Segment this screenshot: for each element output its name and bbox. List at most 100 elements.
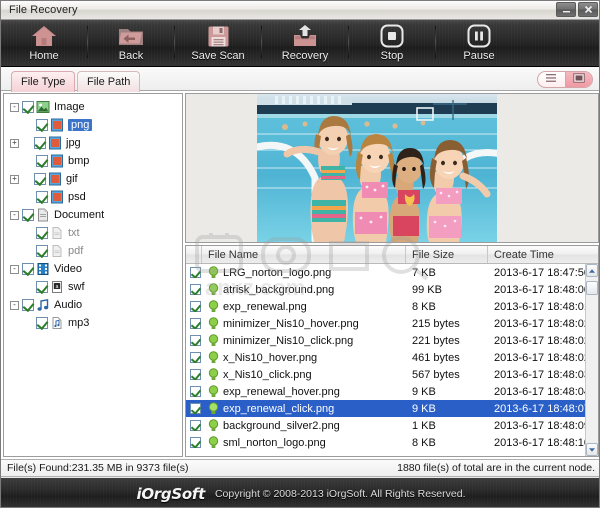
tree-checkbox[interactable]	[36, 245, 48, 257]
minimize-button[interactable]	[556, 2, 576, 17]
tab-file-path[interactable]: File Path	[77, 71, 141, 92]
table-row[interactable]: LRG_norton_logo.png 7 KB 2013-6-17 18:47…	[186, 264, 585, 281]
toolbar-button-home[interactable]: Home	[1, 20, 87, 66]
tab-strip: File Type File Path	[1, 67, 599, 92]
tree-checkbox[interactable]	[22, 101, 34, 113]
toolbar-button-pause[interactable]: Pause	[436, 20, 522, 66]
collapse-expander-icon[interactable]: -	[10, 102, 19, 112]
row-checkbox-cell[interactable]	[186, 335, 202, 346]
row-create-time: 2013-6-17 18:48:04	[494, 385, 585, 398]
row-checkbox[interactable]	[190, 284, 201, 295]
table-row[interactable]: sml_norton_logo.png 8 KB 2013-6-17 18:48…	[186, 434, 585, 451]
tree-node-audio[interactable]: - Audio	[8, 296, 182, 314]
row-checkbox-cell[interactable]	[186, 284, 202, 295]
scroll-down-button[interactable]	[586, 443, 598, 456]
row-checkbox[interactable]	[190, 369, 201, 380]
table-row[interactable]: x_Nis10_hover.png 461 bytes 2013-6-17 18…	[186, 349, 585, 366]
tree-node-jpg[interactable]: + jpg	[8, 134, 182, 152]
tree-label-swf: swf	[68, 281, 85, 293]
row-checkbox[interactable]	[190, 403, 201, 414]
row-file-size: 8 KB	[412, 436, 436, 449]
row-checkbox[interactable]	[190, 301, 201, 312]
row-file-size: 215 bytes	[412, 317, 460, 330]
expand-expander-icon[interactable]: +	[10, 138, 19, 148]
tree-checkbox[interactable]	[22, 299, 34, 311]
tree-node-image[interactable]: - Image	[8, 98, 182, 116]
tree-checkbox[interactable]	[36, 281, 48, 293]
close-button[interactable]	[578, 2, 598, 17]
column-header-create-time[interactable]: Create Time	[488, 246, 598, 263]
toolbar-button-back[interactable]: Back	[88, 20, 174, 66]
row-checkbox[interactable]	[190, 267, 201, 278]
tree-checkbox[interactable]	[36, 227, 48, 239]
window-controls	[556, 2, 598, 17]
tree-node-video[interactable]: - Video	[8, 260, 182, 278]
tree-node-swf[interactable]: a swf	[8, 278, 182, 296]
row-checkbox[interactable]	[190, 318, 201, 329]
bmp-file-icon	[50, 154, 64, 168]
table-row[interactable]: minimizer_Nis10_hover.png 215 bytes 2013…	[186, 315, 585, 332]
footer-bar: iOrgSoft Copyright © 2008-2013 iOrgSoft.…	[1, 478, 599, 507]
table-row[interactable]: exp_renewal.png 8 KB 2013-6-17 18:48:01	[186, 298, 585, 315]
table-row[interactable]: background_silver2.png 1 KB 2013-6-17 18…	[186, 417, 585, 434]
row-checkbox-cell[interactable]	[186, 318, 202, 329]
tab-file-type[interactable]: File Type	[11, 71, 76, 92]
expand-expander-icon[interactable]: +	[10, 174, 19, 184]
list-view-button[interactable]	[538, 72, 565, 87]
file-list-table[interactable]: File Name File Size Create Time LRG_nort…	[185, 245, 599, 457]
row-checkbox-cell[interactable]	[186, 267, 202, 278]
tree-checkbox[interactable]	[22, 209, 34, 221]
file-type-tree[interactable]: - Image png + jpg bmp + gif psd - Docume…	[3, 93, 183, 457]
row-checkbox-cell[interactable]	[186, 403, 202, 414]
row-checkbox[interactable]	[190, 437, 201, 448]
psd-file-icon	[50, 190, 64, 204]
table-row[interactable]: x_Nis10_click.png 567 bytes 2013-6-17 18…	[186, 366, 585, 383]
tree-node-mp3[interactable]: mp3	[8, 314, 182, 332]
toolbar-button-stop[interactable]: Stop	[349, 20, 435, 66]
table-row-selected[interactable]: exp_renewal_click.png 9 KB 2013-6-17 18:…	[186, 400, 585, 417]
row-file-name: atrisk_background.png	[223, 283, 335, 296]
tree-checkbox[interactable]	[36, 317, 48, 329]
column-header-file-name[interactable]: File Name	[202, 246, 406, 263]
row-checkbox-cell[interactable]	[186, 369, 202, 380]
tree-checkbox[interactable]	[36, 155, 48, 167]
bulb-icon	[208, 300, 219, 313]
row-checkbox-cell[interactable]	[186, 386, 202, 397]
tree-checkbox[interactable]	[22, 263, 34, 275]
row-checkbox[interactable]	[190, 335, 201, 346]
tree-node-document[interactable]: - Document	[8, 206, 182, 224]
tree-node-gif[interactable]: + gif	[8, 170, 182, 188]
thumbnail-view-button[interactable]	[564, 72, 592, 87]
row-checkbox[interactable]	[190, 420, 201, 431]
table-row[interactable]: exp_renewal_hover.png 9 KB 2013-6-17 18:…	[186, 383, 585, 400]
file-list-scrollbar[interactable]	[585, 264, 598, 456]
row-checkbox[interactable]	[190, 386, 201, 397]
scrollbar-thumb[interactable]	[586, 281, 598, 295]
row-create-time: 2013-6-17 18:47:50	[494, 266, 585, 279]
column-header-file-size[interactable]: File Size	[406, 246, 488, 263]
table-row[interactable]: atrisk_background.png 99 KB 2013-6-17 18…	[186, 281, 585, 298]
tree-node-txt[interactable]: txt	[8, 224, 182, 242]
collapse-expander-icon[interactable]: -	[10, 300, 19, 310]
row-checkbox-cell[interactable]	[186, 420, 202, 431]
row-checkbox-cell[interactable]	[186, 352, 202, 363]
toolbar-button-save-scan[interactable]: Save Scan	[175, 20, 261, 66]
collapse-expander-icon[interactable]: -	[10, 210, 19, 220]
tree-node-psd[interactable]: psd	[8, 188, 182, 206]
row-checkbox[interactable]	[190, 352, 201, 363]
tree-node-pdf[interactable]: pdf	[8, 242, 182, 260]
collapse-expander-icon[interactable]: -	[10, 264, 19, 274]
tree-checkbox[interactable]	[36, 119, 48, 131]
copyright-text: Copyright © 2008-2013 iOrgSoft. All Righ…	[214, 487, 466, 500]
tree-checkbox[interactable]	[34, 137, 46, 149]
tree-node-bmp[interactable]: bmp	[8, 152, 182, 170]
column-header-checkbox[interactable]	[186, 246, 202, 263]
toolbar-button-recovery[interactable]: Recovery	[262, 20, 348, 66]
tree-node-png[interactable]: png	[8, 116, 182, 134]
table-row[interactable]: minimizer_Nis10_click.png 221 bytes 2013…	[186, 332, 585, 349]
tree-checkbox[interactable]	[34, 173, 46, 185]
scroll-up-button[interactable]	[586, 264, 598, 277]
row-checkbox-cell[interactable]	[186, 301, 202, 312]
row-checkbox-cell[interactable]	[186, 437, 202, 448]
tree-checkbox[interactable]	[36, 191, 48, 203]
